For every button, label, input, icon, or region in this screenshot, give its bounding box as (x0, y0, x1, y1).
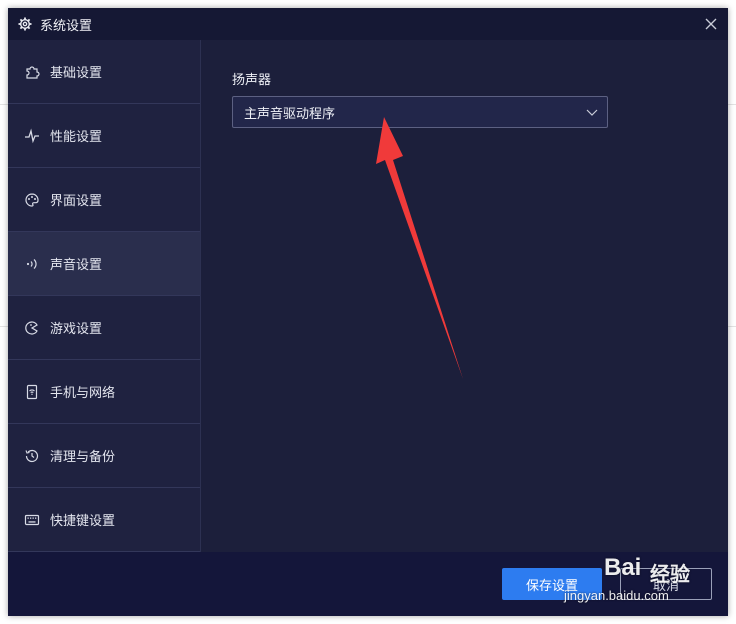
sidebar-item-label: 清理与备份 (50, 450, 116, 465)
background-divider (728, 104, 736, 105)
sidebar-item-sound[interactable]: 声音设置 (8, 232, 200, 296)
sidebar-item-phone-network[interactable]: 手机与网络 (8, 360, 200, 424)
sidebar-item-label: 性能设置 (50, 130, 103, 145)
cancel-button[interactable]: 取消 (620, 568, 712, 600)
background-divider (0, 104, 8, 105)
settings-dialog: 系统设置 基础设置 性能设置 界面设置 声音设置 游戏设置 手机与网络 清理与备… (8, 8, 728, 616)
puzzle-icon (24, 64, 40, 80)
speaker-select-value: 主声音驱动程序 (244, 106, 336, 122)
sidebar-item-basic[interactable]: 基础设置 (8, 40, 200, 104)
settings-content: 扬声器 主声音驱动程序 (201, 40, 728, 552)
phone-wifi-icon (24, 384, 40, 400)
sidebar-item-interface[interactable]: 界面设置 (8, 168, 200, 232)
dialog-footer: 保存设置 取消 (8, 552, 728, 616)
sidebar-item-performance[interactable]: 性能设置 (8, 104, 200, 168)
sidebar-item-label: 声音设置 (50, 258, 103, 273)
chevron-down-icon (585, 105, 599, 119)
sidebar-item-label: 快捷键设置 (50, 514, 116, 529)
pulse-icon (24, 127, 40, 144)
gamepad-icon (24, 320, 40, 336)
keyboard-icon (24, 512, 40, 528)
sidebar-item-label: 游戏设置 (50, 322, 103, 337)
window-title: 系统设置 (40, 18, 93, 34)
history-icon (24, 448, 40, 464)
background-divider (728, 326, 736, 327)
sidebar-item-label: 界面设置 (50, 194, 103, 209)
speaker-select[interactable]: 主声音驱动程序 (232, 96, 608, 128)
gear-icon (18, 17, 32, 31)
sidebar-item-label: 手机与网络 (50, 386, 116, 401)
palette-icon (24, 192, 40, 208)
save-button[interactable]: 保存设置 (502, 568, 602, 600)
settings-sidebar: 基础设置 性能设置 界面设置 声音设置 游戏设置 手机与网络 清理与备份 快捷键… (8, 40, 201, 552)
speaker-label: 扬声器 (232, 73, 272, 88)
sidebar-item-label: 基础设置 (50, 66, 103, 81)
sidebar-item-shortcuts[interactable]: 快捷键设置 (8, 488, 200, 552)
close-button[interactable] (702, 15, 720, 33)
sound-wave-icon (24, 256, 40, 272)
sidebar-item-clean-backup[interactable]: 清理与备份 (8, 424, 200, 488)
title-bar[interactable]: 系统设置 (8, 8, 728, 40)
sidebar-item-game[interactable]: 游戏设置 (8, 296, 200, 360)
background-divider (0, 326, 8, 327)
close-icon (705, 18, 717, 30)
